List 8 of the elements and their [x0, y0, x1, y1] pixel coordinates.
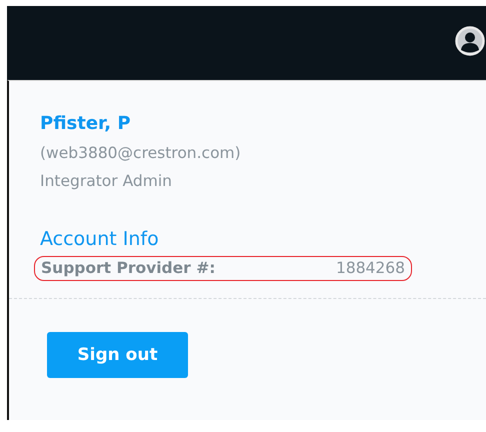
account-info-heading: Account Info — [40, 228, 160, 250]
user-email: (web3880@crestron.com) — [40, 144, 242, 162]
user-role: Integrator Admin — [40, 172, 173, 190]
support-provider-value: 1884268 — [336, 259, 405, 277]
user-name: Pfister, P — [40, 113, 132, 134]
support-provider-label: Support Provider #: — [41, 259, 216, 277]
sign-out-button[interactable]: Sign out — [47, 332, 188, 378]
user-avatar-icon[interactable] — [455, 26, 485, 56]
